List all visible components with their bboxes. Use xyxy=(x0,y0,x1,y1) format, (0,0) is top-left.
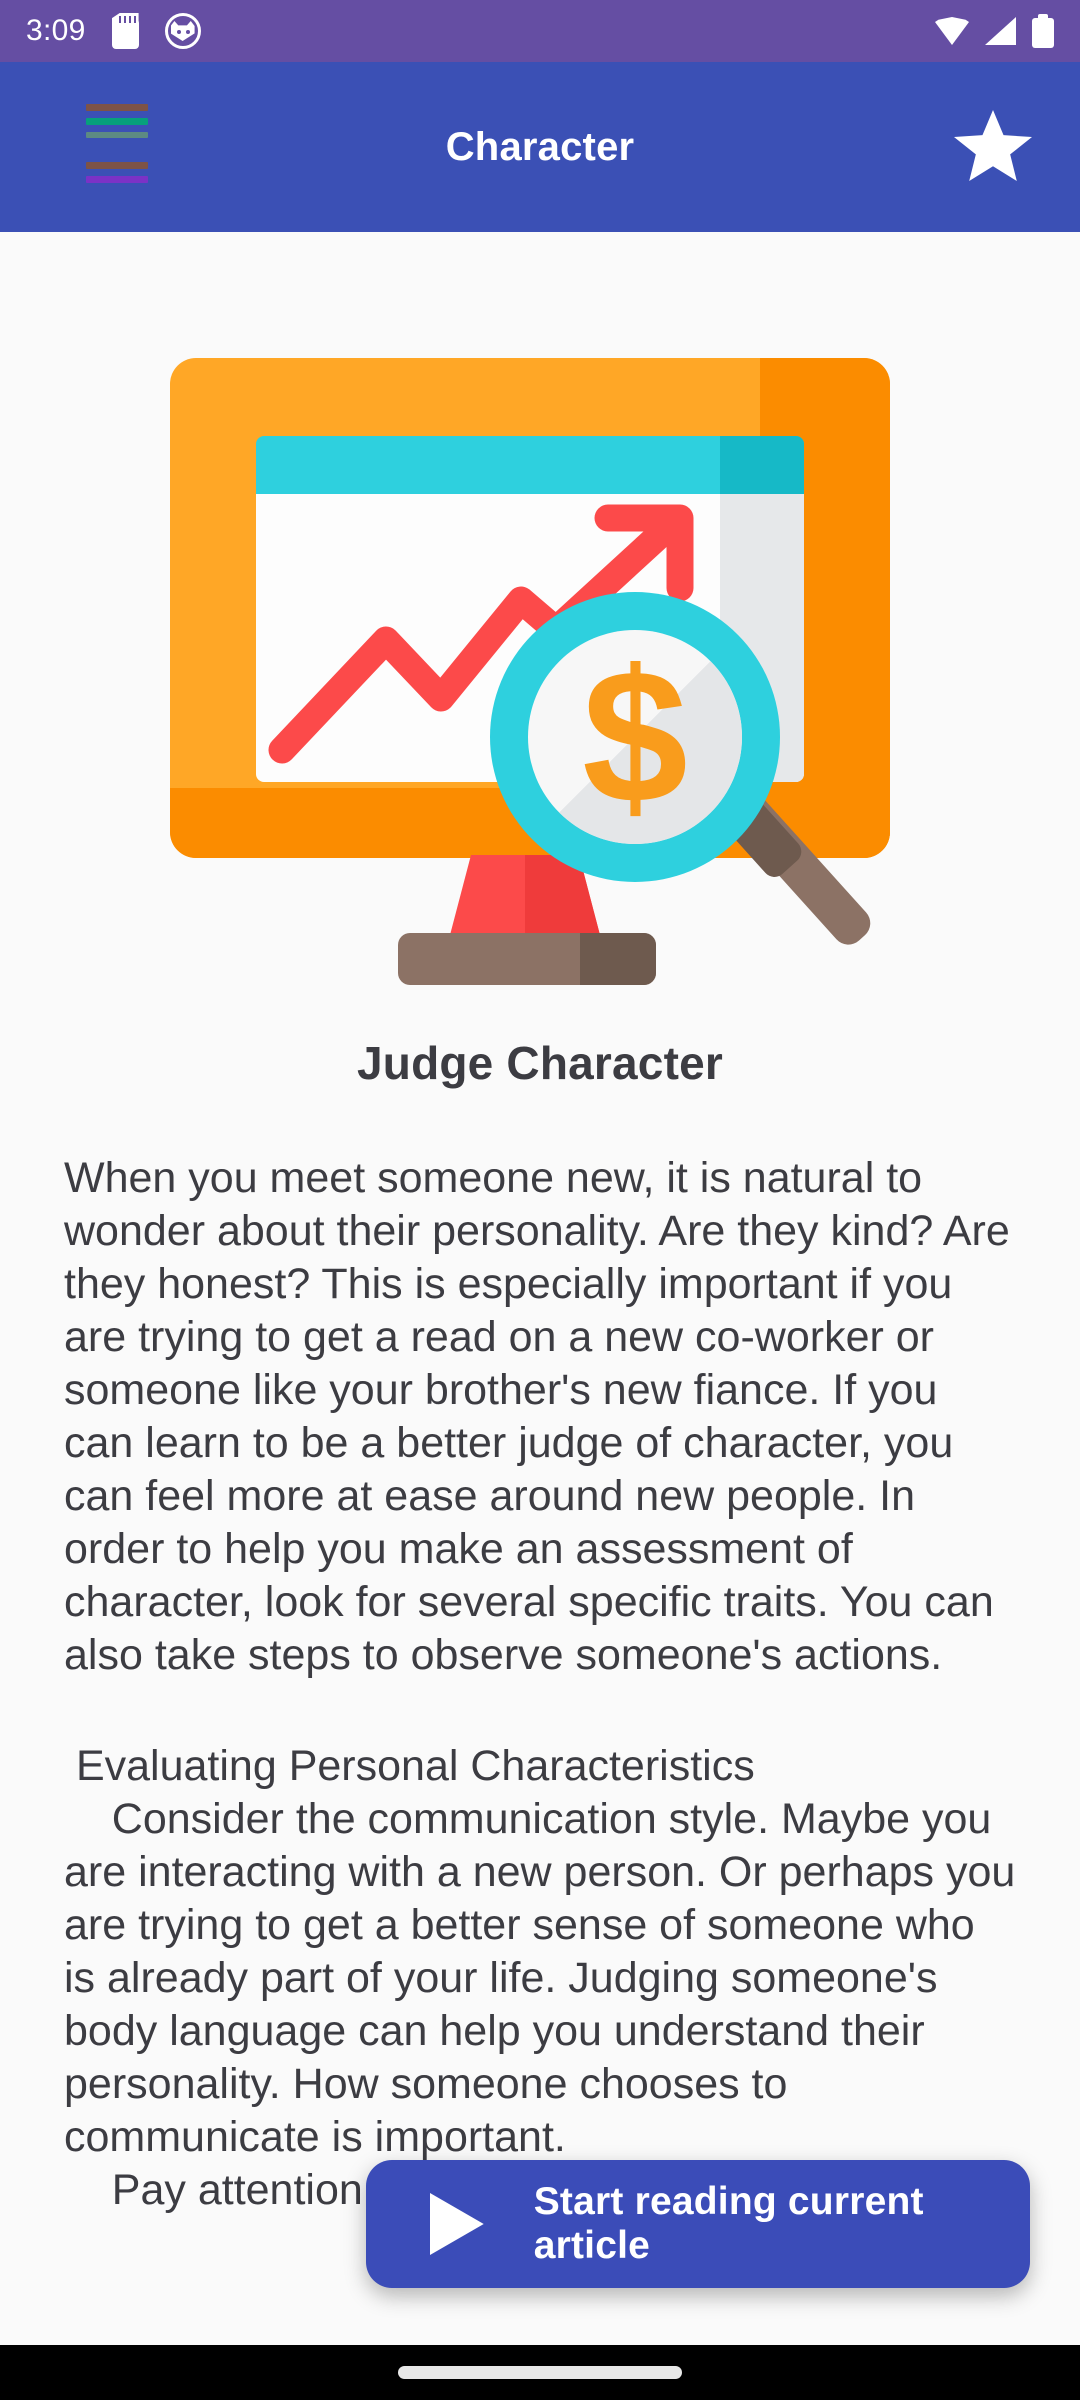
start-reading-button[interactable]: Start reading current article xyxy=(366,2160,1030,2288)
app-bar: Character xyxy=(0,62,1080,232)
app-bar-title: Character xyxy=(445,124,635,169)
article-paragraph: Evaluating Personal Characteristics Cons… xyxy=(64,1742,1016,2214)
phone-screen: 3:09 Character $ Judge Character When yo… xyxy=(0,0,1080,2400)
article-paragraph: When you meet someone new, it is natural… xyxy=(64,1154,1022,1679)
article-title: Judge Character xyxy=(356,1037,723,1089)
article-scroll-view[interactable]: $ Judge Character When you meet someone … xyxy=(0,232,1080,2345)
star-icon[interactable] xyxy=(950,104,1036,190)
cat-face-icon xyxy=(164,13,201,49)
status-bar: 3:09 xyxy=(0,0,1080,62)
status-bar-clock: 3:09 xyxy=(26,14,86,47)
system-navigation-bar xyxy=(0,2345,1080,2400)
wifi-icon xyxy=(935,17,969,45)
play-icon xyxy=(430,2193,484,2255)
dollar-sign-icon: $ xyxy=(582,631,688,843)
sd-card-icon xyxy=(111,13,139,49)
status-bar-left-group: 3:09 xyxy=(26,13,201,49)
battery-icon xyxy=(1032,14,1054,48)
article-body: Judge Character When you meet someone ne… xyxy=(0,1036,1080,2217)
home-gesture-pill[interactable] xyxy=(398,2366,682,2379)
analytics-monitor-magnifier-illustration: $ xyxy=(160,350,920,985)
cellular-signal-icon xyxy=(985,17,1016,45)
star-glyph xyxy=(954,110,1032,182)
start-reading-label: Start reading current article xyxy=(533,2180,924,2267)
status-bar-right-group xyxy=(935,14,1054,48)
